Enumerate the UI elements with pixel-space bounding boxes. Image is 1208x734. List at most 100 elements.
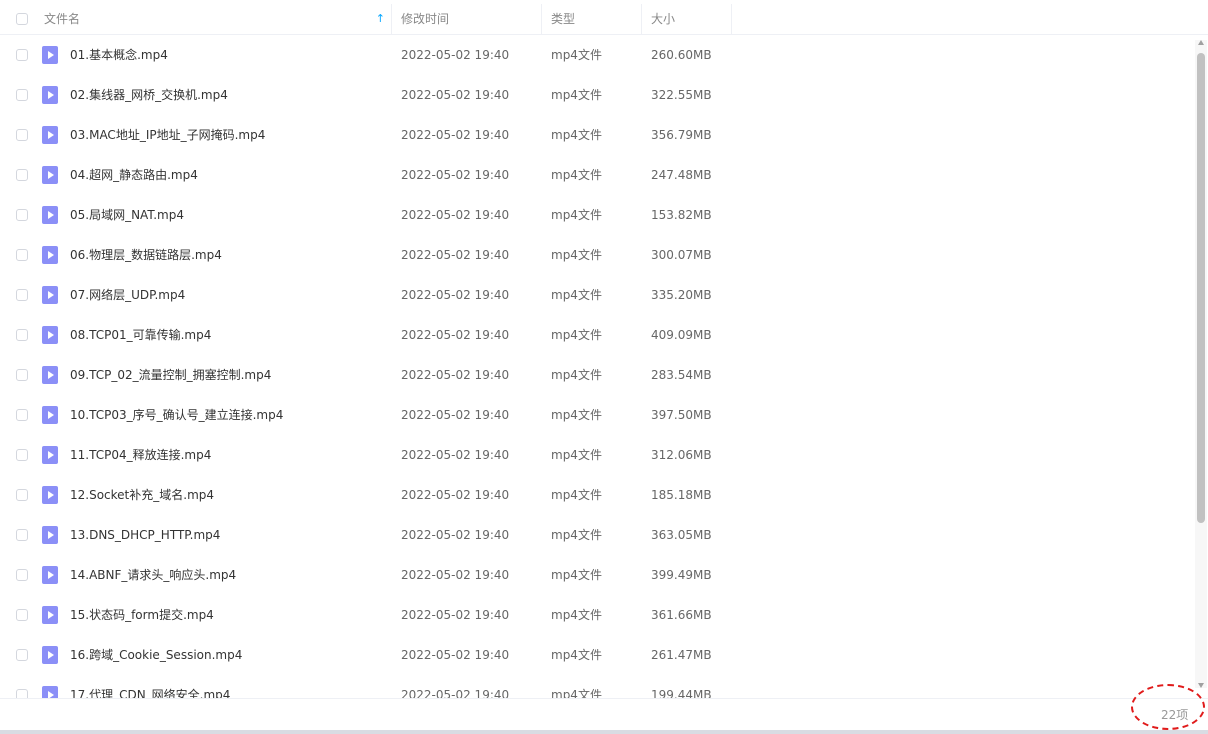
- file-row[interactable]: 16.跨域_Cookie_Session.mp4 2022-05-02 19:40…: [0, 635, 1194, 675]
- file-row[interactable]: 14.ABNF_请求头_响应头.mp4 2022-05-02 19:40 mp4文件…: [0, 555, 1194, 595]
- file-name[interactable]: 11.TCP04_释放连接.mp4: [70, 435, 211, 475]
- file-size: 322.55MB: [651, 88, 712, 102]
- file-modified-time: 2022-05-02 19:40: [401, 648, 510, 662]
- file-size: 397.50MB: [651, 408, 712, 422]
- file-row[interactable]: 11.TCP04_释放连接.mp4 2022-05-02 19:40 mp4文件 31…: [0, 435, 1194, 475]
- file-type: mp4文件: [551, 48, 602, 62]
- scrollbar-thumb[interactable]: [1197, 53, 1205, 523]
- file-type: mp4文件: [551, 408, 602, 422]
- file-name[interactable]: 16.跨域_Cookie_Session.mp4: [70, 635, 242, 675]
- file-row[interactable]: 10.TCP03_序号_确认号_建立连接.mp4 2022-05-02 19:40…: [0, 395, 1194, 435]
- file-name[interactable]: 09.TCP_02_流量控制_拥塞控制.mp4: [70, 355, 271, 395]
- file-size: 300.07MB: [651, 248, 712, 262]
- row-checkbox[interactable]: [16, 89, 28, 101]
- file-row[interactable]: 08.TCP01_可靠传输.mp4 2022-05-02 19:40 mp4文件 40…: [0, 315, 1194, 355]
- file-size: 409.09MB: [651, 328, 712, 342]
- file-type: mp4文件: [551, 568, 602, 582]
- file-row[interactable]: 05.局域网_NAT.mp4 2022-05-02 19:40 mp4文件 153.8…: [0, 195, 1194, 235]
- row-checkbox[interactable]: [16, 529, 28, 541]
- file-name[interactable]: 07.网络层_UDP.mp4: [70, 275, 185, 315]
- row-checkbox[interactable]: [16, 209, 28, 221]
- video-file-icon: [42, 366, 58, 384]
- column-header-modified[interactable]: 修改时间: [392, 4, 542, 34]
- file-name[interactable]: 10.TCP03_序号_确认号_建立连接.mp4: [70, 395, 283, 435]
- scroll-down-arrow-icon[interactable]: [1198, 683, 1204, 688]
- file-modified-time: 2022-05-02 19:40: [401, 688, 510, 698]
- column-header-type[interactable]: 类型: [542, 4, 642, 34]
- file-name[interactable]: 14.ABNF_请求头_响应头.mp4: [70, 555, 236, 595]
- file-row[interactable]: 17.代理_CDN_网络安全.mp4 2022-05-02 19:40 mp4文件 1…: [0, 675, 1194, 698]
- file-row[interactable]: 09.TCP_02_流量控制_拥塞控制.mp4 2022-05-02 19:40 m…: [0, 355, 1194, 395]
- status-bar: 22项: [0, 698, 1208, 731]
- file-size: 283.54MB: [651, 368, 712, 382]
- row-checkbox[interactable]: [16, 369, 28, 381]
- file-row[interactable]: 07.网络层_UDP.mp4 2022-05-02 19:40 mp4文件 335.2…: [0, 275, 1194, 315]
- row-checkbox[interactable]: [16, 609, 28, 621]
- file-type: mp4文件: [551, 488, 602, 502]
- row-checkbox[interactable]: [16, 329, 28, 341]
- file-name[interactable]: 08.TCP01_可靠传输.mp4: [70, 315, 211, 355]
- file-name[interactable]: 13.DNS_DHCP_HTTP.mp4: [70, 515, 220, 555]
- video-file-icon: [42, 126, 58, 144]
- file-modified-time: 2022-05-02 19:40: [401, 448, 510, 462]
- file-row[interactable]: 13.DNS_DHCP_HTTP.mp4 2022-05-02 19:40 mp4文…: [0, 515, 1194, 555]
- file-name[interactable]: 02.集线器_网桥_交换机.mp4: [70, 75, 228, 115]
- file-modified-time: 2022-05-02 19:40: [401, 568, 510, 582]
- bottom-divider: [0, 730, 1208, 734]
- file-row[interactable]: 04.超网_静态路由.mp4 2022-05-02 19:40 mp4文件 247.4…: [0, 155, 1194, 195]
- file-type: mp4文件: [551, 248, 602, 262]
- file-name[interactable]: 03.MAC地址_IP地址_子网掩码.mp4: [70, 115, 265, 155]
- file-size: 312.06MB: [651, 448, 712, 462]
- file-size: 153.82MB: [651, 208, 712, 222]
- file-type: mp4文件: [551, 448, 602, 462]
- video-file-icon: [42, 286, 58, 304]
- video-file-icon: [42, 206, 58, 224]
- file-name[interactable]: 15.状态码_form提交.mp4: [70, 595, 214, 635]
- row-checkbox[interactable]: [16, 49, 28, 61]
- video-file-icon: [42, 486, 58, 504]
- file-row[interactable]: 06.物理层_数据链路层.mp4 2022-05-02 19:40 mp4文件 300…: [0, 235, 1194, 275]
- row-checkbox[interactable]: [16, 689, 28, 698]
- file-type: mp4文件: [551, 688, 602, 698]
- file-type: mp4文件: [551, 128, 602, 142]
- file-size: 399.49MB: [651, 568, 712, 582]
- row-checkbox[interactable]: [16, 289, 28, 301]
- row-checkbox[interactable]: [16, 169, 28, 181]
- column-header-name-label: 文件名: [44, 12, 81, 26]
- file-row[interactable]: 15.状态码_form提交.mp4 2022-05-02 19:40 mp4文件 36…: [0, 595, 1194, 635]
- video-file-icon: [42, 406, 58, 424]
- video-file-icon: [42, 246, 58, 264]
- row-checkbox[interactable]: [16, 569, 28, 581]
- file-modified-time: 2022-05-02 19:40: [401, 488, 510, 502]
- row-checkbox[interactable]: [16, 249, 28, 261]
- file-name[interactable]: 01.基本概念.mp4: [70, 35, 168, 75]
- file-size: 247.48MB: [651, 168, 712, 182]
- file-size: 260.60MB: [651, 48, 712, 62]
- row-checkbox[interactable]: [16, 649, 28, 661]
- file-row[interactable]: 12.Socket补充_域名.mp4 2022-05-02 19:40 mp4文件 1…: [0, 475, 1194, 515]
- vertical-scrollbar[interactable]: [1195, 40, 1207, 688]
- row-checkbox[interactable]: [16, 489, 28, 501]
- column-header-name[interactable]: 文件名 ↑: [34, 4, 392, 34]
- file-modified-time: 2022-05-02 19:40: [401, 528, 510, 542]
- file-modified-time: 2022-05-02 19:40: [401, 328, 510, 342]
- row-checkbox[interactable]: [16, 409, 28, 421]
- file-modified-time: 2022-05-02 19:40: [401, 248, 510, 262]
- row-checkbox[interactable]: [16, 449, 28, 461]
- scroll-up-arrow-icon[interactable]: [1198, 40, 1204, 45]
- video-file-icon: [42, 326, 58, 344]
- file-name[interactable]: 17.代理_CDN_网络安全.mp4: [70, 675, 230, 698]
- sort-ascending-icon[interactable]: ↑: [376, 4, 385, 34]
- video-file-icon: [42, 646, 58, 664]
- file-name[interactable]: 06.物理层_数据链路层.mp4: [70, 235, 222, 275]
- file-row[interactable]: 03.MAC地址_IP地址_子网掩码.mp4 2022-05-02 19:40 mp…: [0, 115, 1194, 155]
- file-row[interactable]: 02.集线器_网桥_交换机.mp4 2022-05-02 19:40 mp4文件 32…: [0, 75, 1194, 115]
- file-name[interactable]: 05.局域网_NAT.mp4: [70, 195, 184, 235]
- select-all-checkbox[interactable]: [16, 13, 28, 25]
- file-name[interactable]: 12.Socket补充_域名.mp4: [70, 475, 214, 515]
- file-row[interactable]: 01.基本概念.mp4 2022-05-02 19:40 mp4文件 260.60MB: [0, 35, 1194, 75]
- row-checkbox[interactable]: [16, 129, 28, 141]
- column-header-size[interactable]: 大小: [642, 4, 732, 34]
- file-size: 185.18MB: [651, 488, 712, 502]
- file-name[interactable]: 04.超网_静态路由.mp4: [70, 155, 198, 195]
